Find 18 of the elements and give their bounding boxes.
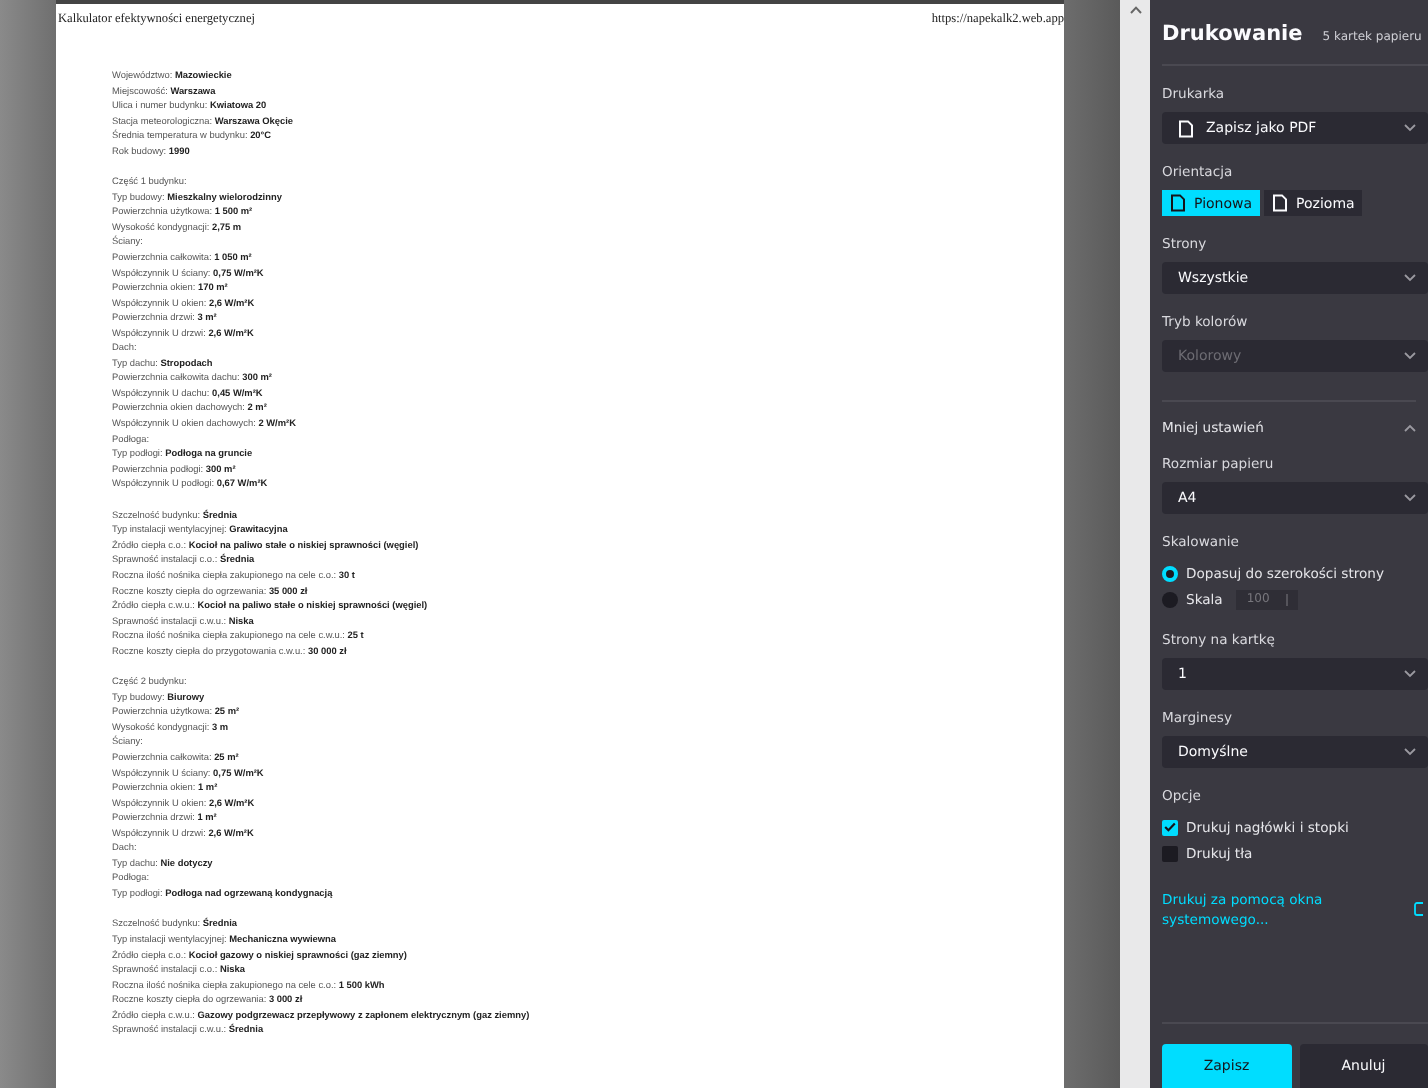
chevron-down-icon [1404, 124, 1416, 132]
checkbox[interactable] [1162, 845, 1178, 861]
checkbox[interactable] [1162, 819, 1178, 835]
radio-button[interactable] [1162, 565, 1178, 581]
chevron-up-icon [1404, 424, 1416, 432]
scrollbar[interactable] [1120, 0, 1150, 1088]
chevron-down-icon [1404, 494, 1416, 502]
document-icon [1272, 194, 1289, 212]
external-link-icon [1414, 902, 1424, 916]
chevron-down-icon [1404, 274, 1416, 282]
radio-button[interactable] [1162, 591, 1178, 607]
scroll-up-icon[interactable] [1129, 6, 1141, 14]
panel-title: Drukowanie [1162, 22, 1303, 46]
chevron-down-icon [1404, 670, 1416, 678]
chevron-down-icon [1404, 748, 1416, 756]
chevron-down-icon [1404, 352, 1416, 360]
document-icon [1170, 194, 1186, 212]
document-icon [1178, 119, 1194, 137]
